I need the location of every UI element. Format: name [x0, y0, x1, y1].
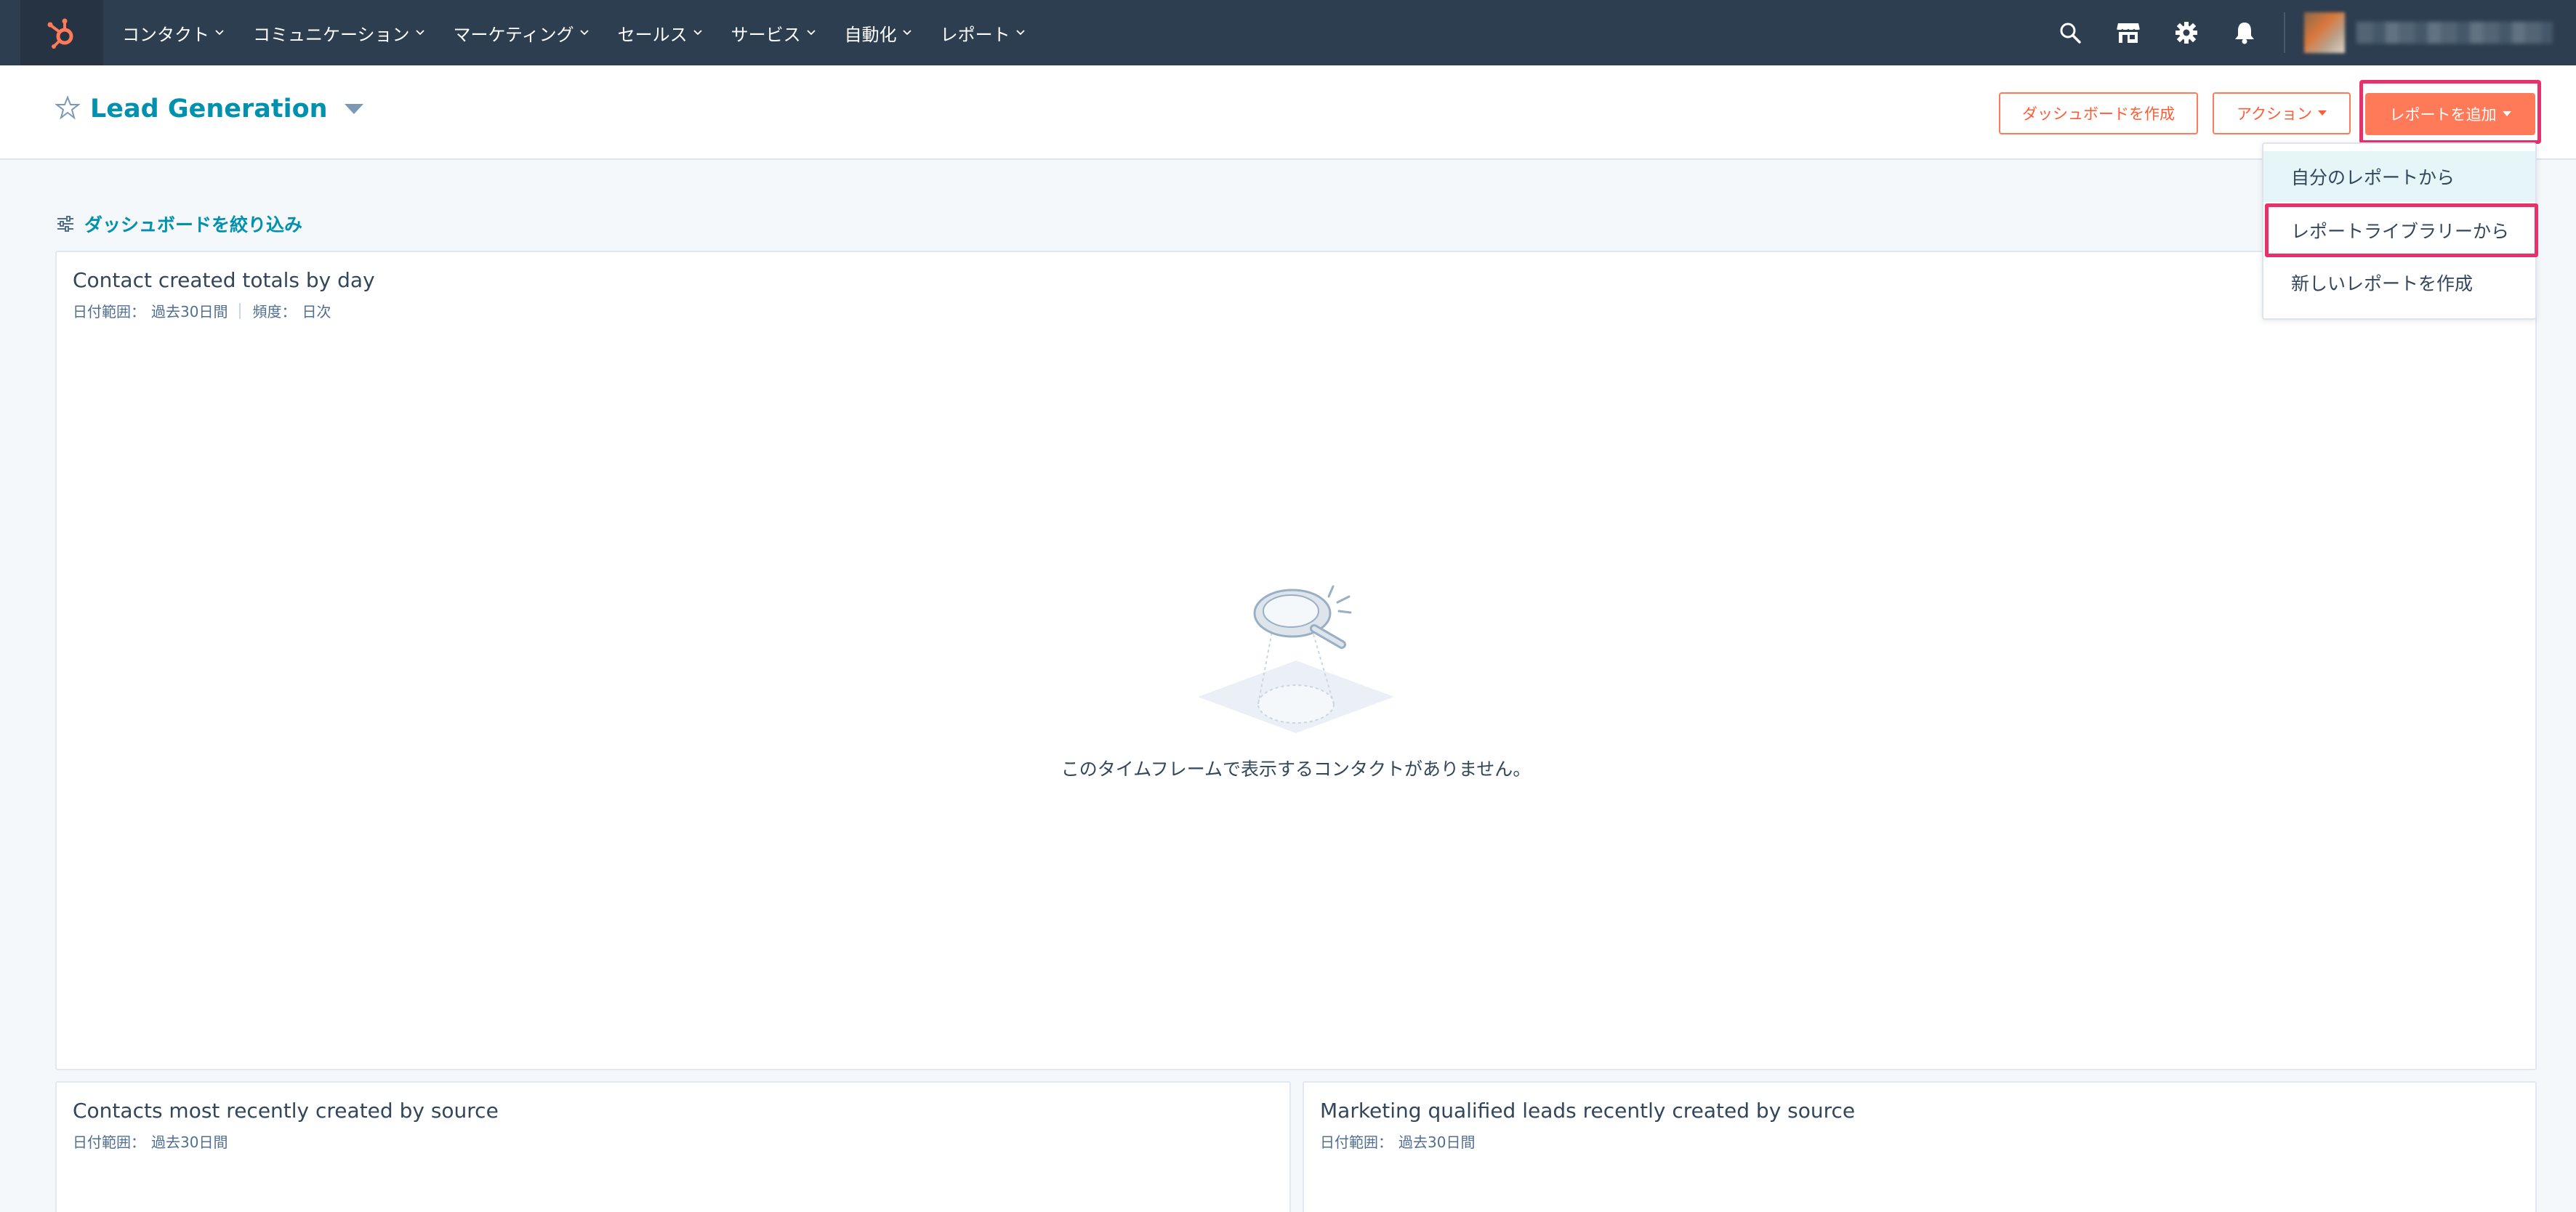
menu-item-from-report-library[interactable]: レポートライブラリーから: [2263, 205, 2535, 256]
nav-contacts[interactable]: コンタクト: [122, 20, 224, 46]
chevron-down-icon: [415, 30, 424, 36]
empty-state-message: このタイムフレームで表示するコンタクトがありません。: [1060, 759, 1531, 780]
frequency-value: 日次: [302, 303, 331, 320]
empty-state: このタイムフレームで表示するコンタクトがありません。: [57, 581, 2535, 781]
hubspot-logo[interactable]: [20, 0, 103, 65]
nav-item-label: 自動化: [844, 24, 897, 45]
nav-item-label: コンタクト: [122, 24, 209, 45]
nav-item-label: セールス: [617, 24, 688, 45]
report-meta: 日付範囲： 過去30日間: [73, 1131, 228, 1152]
nav-item-label: サービス: [730, 24, 801, 45]
report-title[interactable]: Contact created totals by day: [73, 268, 375, 292]
date-range-label: 日付範囲：: [1320, 1134, 1393, 1151]
dashboard-title-group: Lead Generation: [55, 94, 364, 124]
search-icon[interactable]: [2056, 18, 2085, 47]
chevron-down-icon: [1015, 30, 1025, 36]
nav-divider: [2284, 12, 2285, 53]
report-title[interactable]: Marketing qualified leads recently creat…: [1320, 1099, 1855, 1123]
chevron-down-icon: [215, 30, 224, 36]
button-label: ダッシュボードを作成: [2022, 105, 2175, 123]
menu-item-label: 新しいレポートを作成: [2291, 273, 2474, 294]
date-range-label: 日付範囲：: [73, 1134, 145, 1151]
primary-nav: コンタクト コミュニケーション マーケティング セールス サービス 自動化 レポ…: [122, 20, 1054, 46]
account-name-blurred: [2356, 22, 2553, 44]
date-range-value: 過去30日間: [1398, 1134, 1476, 1151]
menu-item-label: 自分のレポートから: [2291, 167, 2455, 188]
nav-sales[interactable]: セールス: [618, 20, 702, 46]
marketplace-icon[interactable]: [2114, 18, 2143, 47]
chevron-down-icon: [693, 30, 702, 36]
report-meta: 日付範囲： 過去30日間 頻度： 日次: [73, 300, 331, 321]
account-menu[interactable]: [2304, 11, 2566, 54]
filter-label: ダッシュボードを絞り込み: [84, 214, 303, 235]
report-card-contacts-by-source: Contacts most recently created by source…: [55, 1081, 1291, 1212]
caret-down-icon: [2317, 110, 2327, 116]
caret-down-icon: [2502, 111, 2511, 117]
dashboard-filter-link[interactable]: ダッシュボードを絞り込み: [57, 211, 302, 237]
filter-sliders-icon: [57, 216, 73, 232]
menu-item-from-my-reports[interactable]: 自分のレポートから: [2263, 151, 2535, 202]
hubspot-sprocket-icon: [47, 18, 73, 49]
nav-service[interactable]: サービス: [731, 20, 816, 46]
create-dashboard-button[interactable]: ダッシュボードを作成: [1999, 92, 2198, 134]
nav-reports[interactable]: レポート: [941, 20, 1025, 46]
date-range-value: 過去30日間: [151, 303, 228, 320]
favorite-star-icon[interactable]: [55, 95, 81, 123]
nav-utilities: [2056, 0, 2576, 65]
nav-communications[interactable]: コミュニケーション: [253, 20, 424, 46]
add-report-dropdown-menu: 自分のレポートから レポートライブラリーから 新しいレポートを作成: [2262, 142, 2537, 320]
settings-gear-icon[interactable]: [2172, 18, 2201, 47]
frequency-label: 頻度：: [252, 303, 297, 320]
report-card-mql-by-source: Marketing qualified leads recently creat…: [1303, 1081, 2537, 1212]
nav-automation[interactable]: 自動化: [845, 20, 911, 46]
nav-item-label: レポート: [940, 24, 1010, 45]
nav-item-label: コミュニケーション: [253, 24, 410, 45]
date-range-label: 日付範囲：: [73, 303, 145, 320]
menu-item-label: レポートライブラリーから: [2291, 221, 2510, 242]
chevron-down-icon: [902, 30, 911, 36]
dashboard-title[interactable]: Lead Generation: [90, 94, 328, 124]
button-label: アクション: [2237, 105, 2312, 123]
report-card-contact-created-totals: Contact created totals by day 日付範囲： 過去30…: [55, 251, 2537, 1070]
nav-marketing[interactable]: マーケティング: [454, 20, 589, 46]
meta-divider: [239, 302, 241, 319]
menu-item-create-new-report[interactable]: 新しいレポートを作成: [2263, 257, 2535, 308]
report-meta: 日付範囲： 過去30日間: [1320, 1131, 1475, 1152]
add-report-button[interactable]: レポートを追加: [2365, 93, 2535, 135]
date-range-value: 過去30日間: [151, 1134, 228, 1151]
dashboard-switcher-caret-icon[interactable]: [344, 102, 364, 116]
button-label: レポートを追加: [2389, 106, 2497, 124]
actions-button[interactable]: アクション: [2213, 92, 2351, 134]
dashboard-header: Lead Generation ダッシュボードを作成 アクション レポートを追加: [0, 65, 2576, 160]
report-title[interactable]: Contacts most recently created by source: [73, 1099, 499, 1123]
top-navigation-bar: コンタクト コミュニケーション マーケティング セールス サービス 自動化 レポ…: [0, 0, 2576, 65]
chevron-down-icon: [806, 30, 816, 36]
avatar: [2304, 12, 2345, 53]
notifications-bell-icon[interactable]: [2230, 18, 2259, 47]
chevron-down-icon: [579, 30, 589, 36]
nav-item-label: マーケティング: [453, 24, 574, 45]
empty-state-magnifier-illustration: [1198, 585, 1394, 733]
